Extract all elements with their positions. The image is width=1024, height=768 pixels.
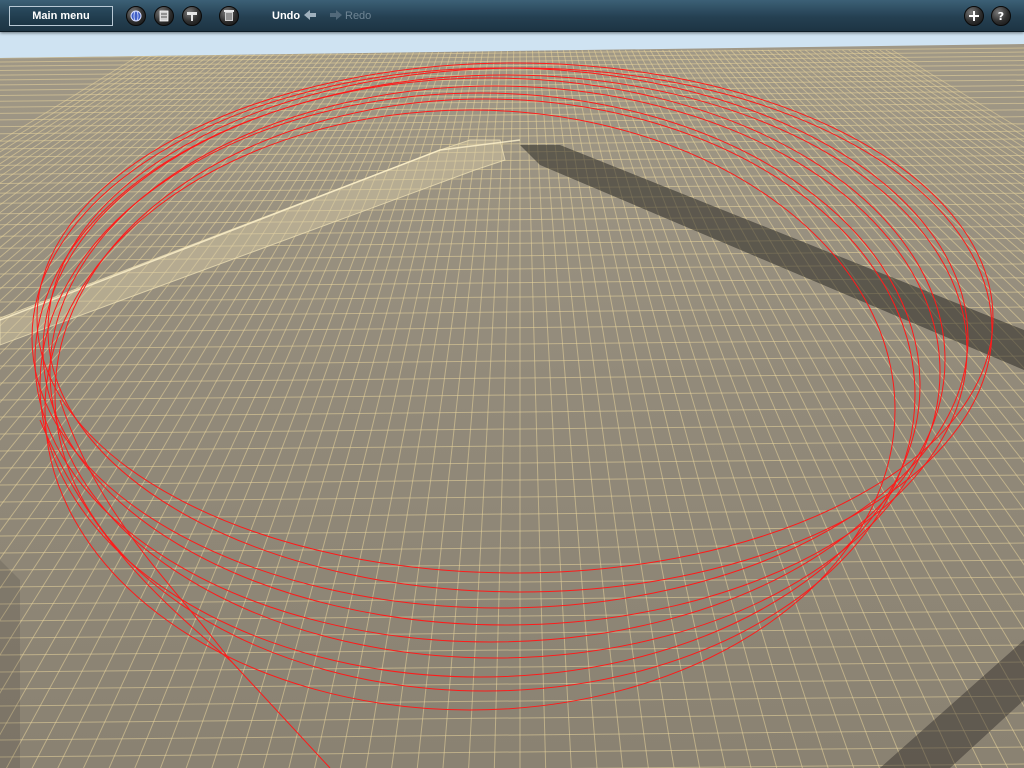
undo-button[interactable]: Undo [272, 10, 300, 22]
terrain-viewport[interactable] [0, 0, 1024, 768]
layers-icon [159, 10, 169, 22]
top-toolbar: Main menu Undo Redo ? [0, 0, 1024, 32]
terrain [0, 44, 1024, 768]
globe-icon [130, 10, 142, 22]
help-icon: ? [998, 10, 1004, 23]
trash-icon [224, 10, 234, 21]
svg-text:?: ? [998, 10, 1004, 23]
redo-arrow-icon[interactable] [329, 9, 343, 21]
paint-icon [187, 12, 197, 21]
redo-button[interactable]: Redo [345, 10, 371, 22]
main-menu-button[interactable]: Main menu [9, 6, 113, 26]
help-button[interactable]: ? [991, 6, 1011, 26]
globe-button[interactable] [126, 6, 146, 26]
left-edge-shadow [0, 560, 20, 768]
delete-button[interactable] [219, 6, 239, 26]
add-icon [969, 11, 979, 21]
undo-arrow-icon[interactable] [303, 9, 317, 21]
paint-button[interactable] [182, 6, 202, 26]
add-button[interactable] [964, 6, 984, 26]
layers-button[interactable] [154, 6, 174, 26]
